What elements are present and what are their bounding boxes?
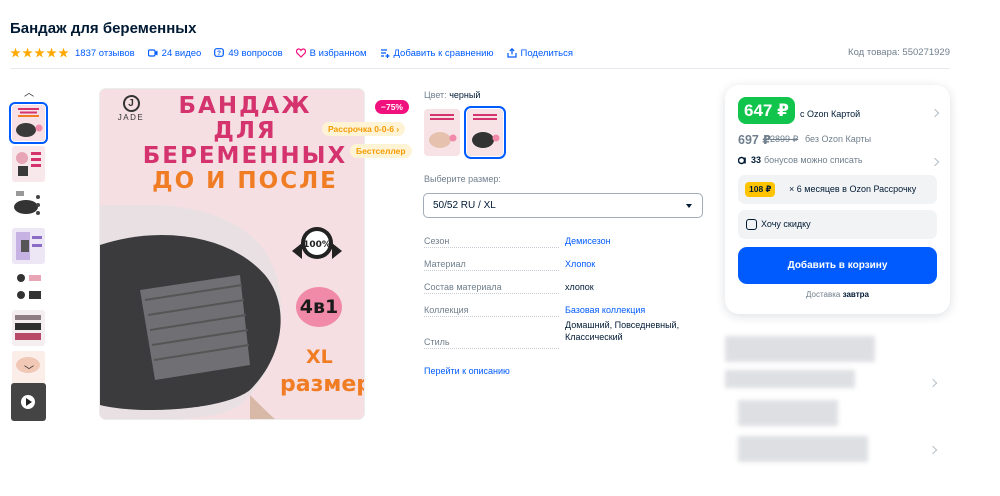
chevron-right-icon[interactable] bbox=[928, 445, 938, 455]
thumbnail-5[interactable] bbox=[12, 269, 45, 305]
property-row: Состав материала хлопок bbox=[424, 282, 594, 294]
thumbnail-3[interactable] bbox=[12, 187, 45, 223]
property-row: Стиль Домашний, Повседневный, Классическ… bbox=[424, 320, 714, 363]
thumbnail-4[interactable] bbox=[12, 228, 45, 264]
divider bbox=[10, 68, 950, 69]
discount-tag: −75% bbox=[375, 100, 409, 114]
share-button[interactable]: Поделиться bbox=[506, 48, 573, 59]
property-row: Сезон Демисезон bbox=[424, 236, 611, 248]
go-to-description-link[interactable]: Перейти к описанию bbox=[424, 366, 510, 376]
chevron-right-icon[interactable] bbox=[928, 378, 938, 388]
favorite-button[interactable]: В избранном bbox=[295, 48, 367, 59]
chevron-right-icon[interactable] bbox=[930, 157, 940, 167]
star-icon bbox=[22, 47, 33, 58]
sku-code: Код товара: 550271929 bbox=[848, 47, 950, 58]
star-icon bbox=[34, 47, 45, 58]
reviews-link[interactable]: 1837 отзывов bbox=[75, 48, 135, 59]
want-discount-button[interactable]: Хочу скидку bbox=[738, 210, 937, 239]
blurred-content bbox=[738, 436, 868, 462]
size-word-text: размер bbox=[280, 372, 364, 397]
ozon-card-price: 647 ₽ bbox=[738, 97, 795, 124]
thumbnail-list bbox=[9, 102, 48, 387]
product-title: Бандаж для беременных bbox=[10, 20, 197, 37]
color-label: Цвет: черный bbox=[424, 90, 481, 100]
blurred-content bbox=[725, 370, 855, 388]
price-card: 647 ₽ с Ozon Картой 697 ₽ 2899 ₽ без Ozo… bbox=[725, 85, 950, 314]
discount-icon bbox=[746, 219, 757, 230]
color-swatch-beige[interactable] bbox=[424, 109, 460, 156]
thumbnail-6[interactable] bbox=[12, 310, 45, 346]
blurred-content bbox=[738, 400, 838, 426]
installment-tag[interactable]: Рассрочка 0-0-6 › bbox=[322, 122, 406, 136]
old-price: 2899 ₽ bbox=[770, 134, 799, 144]
quality-seal: 100% bbox=[292, 227, 342, 259]
product-main-image[interactable]: J JADE БАНДАЖ ДЛЯ БЕРЕМЕННЫХ ДО И ПОСЛЕ … bbox=[100, 89, 364, 419]
chevron-down-icon bbox=[686, 204, 692, 208]
four-in-one-badge: 4в1 bbox=[296, 287, 342, 327]
thumbnail-2[interactable] bbox=[12, 146, 45, 182]
blurred-content bbox=[725, 336, 875, 362]
questions-link[interactable]: ? 49 вопросов bbox=[214, 48, 283, 59]
star-icon bbox=[58, 47, 69, 58]
size-select[interactable]: 50/52 RU / XL bbox=[423, 193, 703, 218]
property-value: хлопок bbox=[565, 282, 594, 292]
color-swatch-black[interactable] bbox=[464, 106, 506, 159]
compare-icon bbox=[380, 49, 390, 58]
size-label: Выберите размер: bbox=[424, 174, 501, 184]
installment-amount: 108 ₽ bbox=[745, 182, 776, 197]
chevron-right-icon[interactable] bbox=[930, 108, 940, 118]
heart-icon bbox=[295, 48, 306, 58]
bonus-icon bbox=[738, 156, 746, 164]
add-to-cart-button[interactable]: Добавить в корзину bbox=[738, 247, 937, 284]
property-link[interactable]: Хлопок bbox=[565, 259, 595, 269]
product-meta-bar: 1837 отзывов 24 видео ? 49 вопросов В из… bbox=[10, 46, 586, 60]
bestseller-tag: Бестселлер bbox=[350, 144, 412, 158]
delivery-info: Доставка завтра bbox=[806, 290, 869, 299]
bonus-info[interactable]: 33 бонусов можно списать bbox=[738, 155, 863, 165]
star-icon bbox=[10, 47, 21, 58]
question-icon: ? bbox=[214, 48, 225, 57]
share-icon bbox=[506, 48, 517, 58]
properties-list: Сезон Демисезон Материал Хлопок Состав м… bbox=[424, 233, 714, 363]
property-row: Материал Хлопок bbox=[424, 259, 596, 271]
size-select-value: 50/52 RU / XL bbox=[433, 200, 496, 211]
installment-text: × 6 месяцев в Ozon Рассрочку bbox=[789, 184, 917, 194]
play-icon bbox=[21, 395, 35, 409]
size-xl-text: XL bbox=[306, 346, 333, 368]
property-value: Домашний, Повседневный, Классический bbox=[565, 320, 680, 342]
videos-link[interactable]: 24 видео bbox=[147, 48, 201, 59]
compare-button[interactable]: Добавить к сравнению bbox=[380, 48, 494, 59]
video-icon bbox=[147, 49, 158, 57]
thumbs-scroll-up-icon[interactable]: ︿ bbox=[21, 84, 37, 99]
no-card-label: без Ozon Карты bbox=[805, 134, 872, 144]
thumbs-scroll-down-icon[interactable]: ﹀ bbox=[21, 362, 37, 377]
svg-text:?: ? bbox=[217, 50, 221, 57]
property-link[interactable]: Базовая коллекция bbox=[565, 305, 645, 315]
star-icon bbox=[46, 47, 57, 58]
property-link[interactable]: Демисезон bbox=[565, 236, 611, 246]
image-headline: БАНДАЖ ДЛЯ БЕРЕМЕННЫХ ДО И ПОСЛЕ bbox=[142, 93, 348, 194]
rating-stars[interactable] bbox=[10, 47, 69, 59]
regular-price: 697 ₽ bbox=[738, 133, 772, 147]
thumbnail-1[interactable] bbox=[9, 102, 48, 144]
svg-text:100%: 100% bbox=[303, 240, 331, 250]
installment-row[interactable]: 108 ₽ × 6 месяцев в Ozon Рассрочку bbox=[738, 175, 937, 204]
ozon-card-label: с Ozon Картой bbox=[800, 109, 861, 119]
video-thumbnail[interactable] bbox=[11, 383, 46, 421]
